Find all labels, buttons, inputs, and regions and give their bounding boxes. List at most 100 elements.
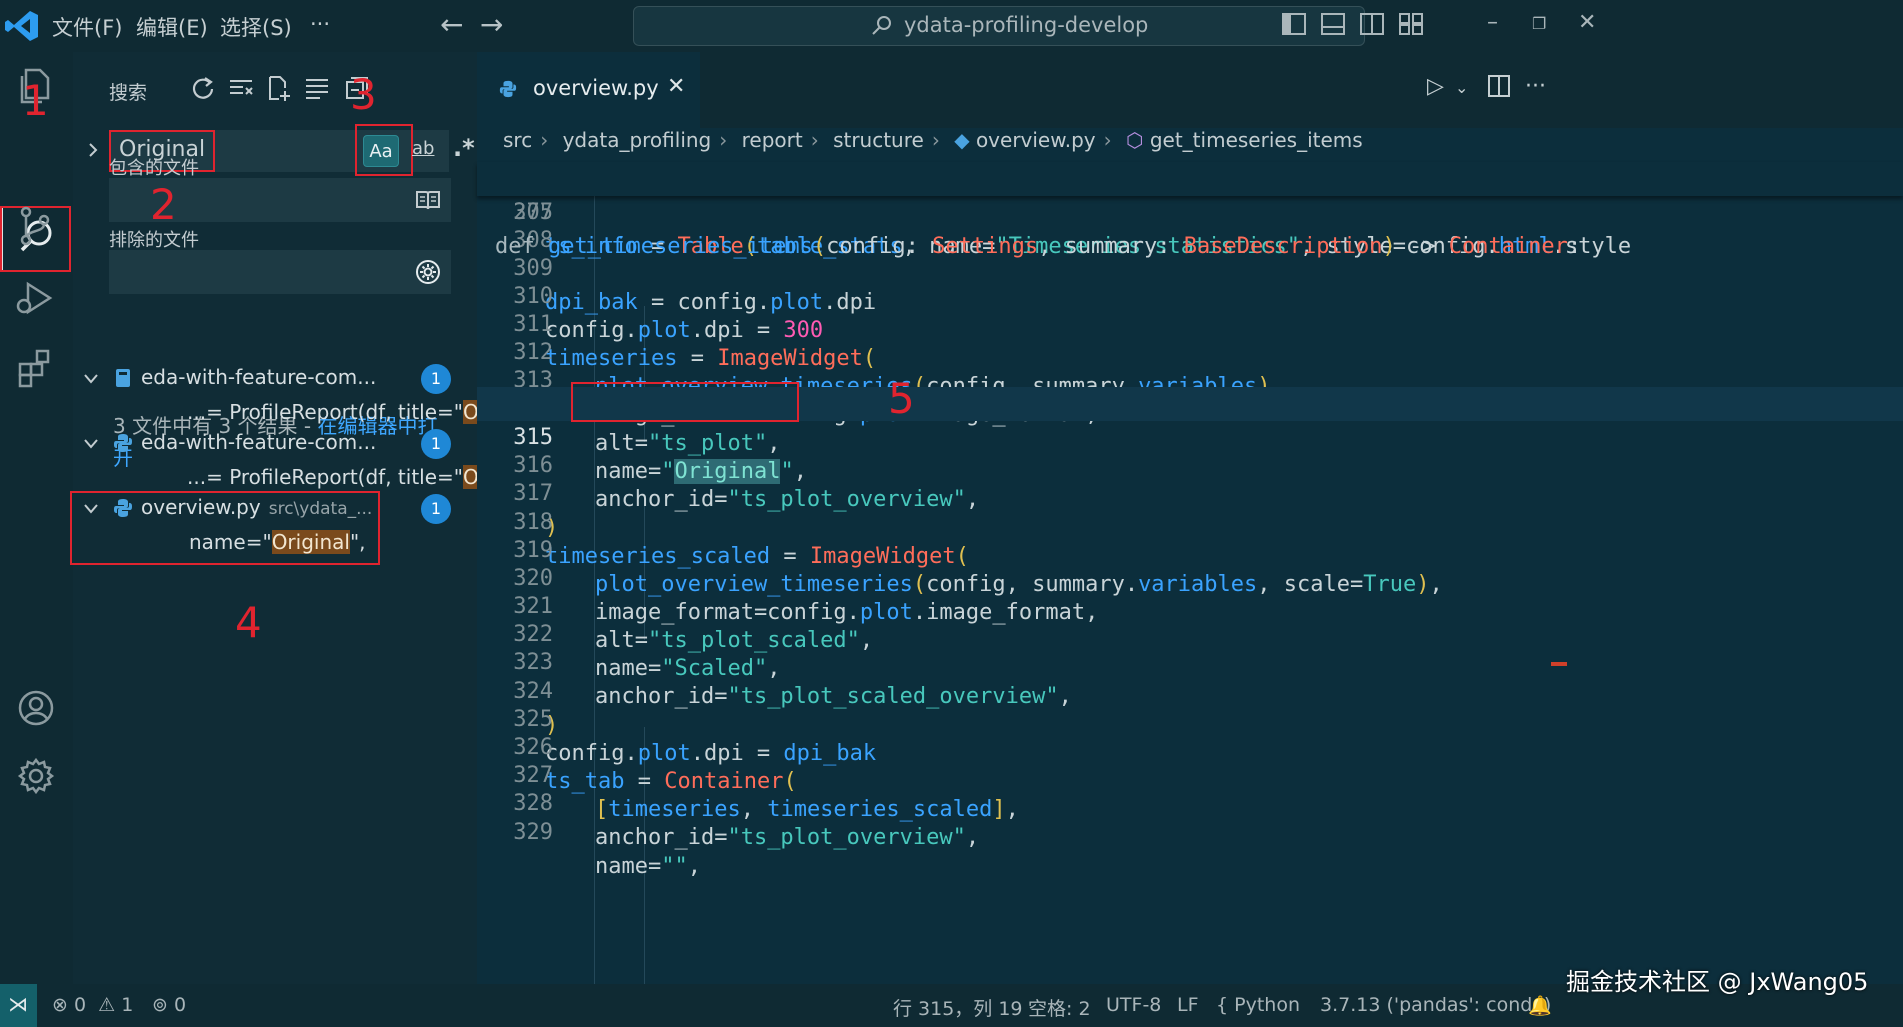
close-window-icon[interactable]: ✕ bbox=[1578, 10, 1596, 35]
back-icon[interactable]: ← bbox=[440, 8, 463, 41]
code-line: 329 name="", bbox=[477, 782, 1903, 879]
more-actions-icon[interactable]: ··· bbox=[1525, 74, 1546, 99]
tab-bar: overview.py ✕ ▷ ⌄ ··· bbox=[477, 52, 1903, 128]
annotation-number: 4 bbox=[235, 598, 262, 647]
result-file-row[interactable]: eda-with-feature-com... 1 bbox=[73, 362, 477, 396]
regex-toggle[interactable]: .* bbox=[453, 134, 475, 162]
annotation-number: 5 bbox=[888, 374, 915, 423]
forward-icon[interactable]: → bbox=[480, 8, 503, 41]
breadcrumb-item[interactable]: report bbox=[742, 128, 803, 152]
error-icon: ⊗ bbox=[52, 994, 68, 1016]
cursor-position[interactable]: 行 315，列 19 bbox=[893, 994, 1023, 1021]
symbol-method-icon: ⬡ bbox=[1126, 128, 1144, 152]
python-file-icon bbox=[114, 434, 132, 452]
whole-word-toggle[interactable]: ab bbox=[412, 138, 434, 159]
chevron-down-icon[interactable] bbox=[83, 372, 99, 386]
toggle-replace-chevron-icon[interactable] bbox=[85, 142, 101, 158]
settings-gear-icon[interactable] bbox=[10, 750, 62, 802]
result-match-line[interactable]: ...= ProfileReport(df, title="Ori... bbox=[187, 465, 512, 489]
problems-indicator[interactable]: ⊗ 0 ⚠ 1 bbox=[52, 994, 133, 1016]
result-count-badge: 1 bbox=[421, 364, 451, 394]
breadcrumb-item[interactable]: get_timeseries_items bbox=[1150, 128, 1363, 152]
tab-label: overview.py bbox=[533, 76, 659, 100]
sidebar-title: 搜索 bbox=[109, 82, 148, 104]
restore-icon[interactable]: ❐ bbox=[1532, 14, 1546, 33]
result-highlight-box bbox=[70, 491, 380, 565]
code-text: def get_timeseries_items(config: Setting… bbox=[495, 234, 1582, 259]
error-count: 0 bbox=[73, 994, 87, 1016]
accounts-icon[interactable] bbox=[10, 682, 62, 734]
menu-more[interactable]: ··· bbox=[310, 12, 330, 36]
result-count-badge: 1 bbox=[421, 494, 451, 524]
result-file-name: eda-with-feature-com... bbox=[141, 430, 377, 454]
remote-icon: ⋊ bbox=[8, 992, 28, 1016]
menu-selection[interactable]: 选择(S) bbox=[220, 12, 292, 42]
menu-file[interactable]: 文件(F) bbox=[52, 12, 122, 42]
command-center[interactable]: ydata-profiling-develop bbox=[633, 6, 1365, 46]
indentation[interactable]: 空格: 2 bbox=[1028, 994, 1091, 1021]
minimize-icon[interactable]: – bbox=[1487, 10, 1498, 35]
result-file-name: eda-with-feature-com... bbox=[141, 365, 377, 389]
encoding[interactable]: UTF-8 bbox=[1106, 994, 1161, 1016]
language-label: Python bbox=[1234, 994, 1301, 1016]
scrollbar-match-marker bbox=[1551, 662, 1567, 666]
clear-results-icon[interactable] bbox=[227, 74, 255, 102]
chevron-down-icon[interactable] bbox=[83, 437, 99, 451]
line-number: 275 bbox=[513, 200, 553, 225]
annotation-number: 3 bbox=[350, 70, 377, 119]
toggle-primary-sidebar-icon[interactable] bbox=[1281, 12, 1307, 36]
broadcast-icon: ⊚ bbox=[152, 994, 168, 1016]
breadcrumb-item[interactable]: structure bbox=[833, 128, 924, 152]
toggle-secondary-sidebar-icon[interactable] bbox=[1359, 12, 1385, 36]
activity-bar bbox=[0, 52, 73, 984]
warning-icon: ⚠ bbox=[98, 994, 116, 1016]
python-file-icon: ◆ bbox=[954, 128, 970, 152]
breadcrumb-item[interactable]: overview.py bbox=[976, 128, 1096, 152]
breadcrumb: src › ydata_profiling › report › structure ›… bbox=[503, 128, 1363, 152]
sticky-scroll[interactable]: 275 def get_timeseries_items(config: Set… bbox=[477, 162, 1903, 259]
match-prefix: ...= ProfileReport(df, title=" bbox=[187, 400, 463, 424]
remote-indicator[interactable]: ⋊ bbox=[0, 984, 37, 1027]
tab-overview-py[interactable]: overview.py ✕ bbox=[477, 52, 700, 128]
ports-indicator[interactable]: ⊚ 0 bbox=[152, 994, 186, 1016]
view-as-tree-icon[interactable] bbox=[303, 74, 331, 102]
run-debug-icon[interactable] bbox=[10, 272, 62, 324]
annotation-number: 2 bbox=[150, 180, 177, 229]
command-center-text: ydata-profiling-develop bbox=[904, 13, 1149, 37]
match-case-highlight-box bbox=[355, 124, 413, 176]
language-mode[interactable]: { Python bbox=[1216, 994, 1300, 1016]
warning-count: 1 bbox=[121, 994, 134, 1016]
ports-count: 0 bbox=[173, 994, 187, 1016]
menu-edit[interactable]: 编辑(E) bbox=[136, 12, 208, 42]
annotation-number: 1 bbox=[22, 76, 49, 125]
notifications-bell-icon[interactable]: 🔔 bbox=[1528, 994, 1552, 1017]
search-icon bbox=[872, 16, 891, 35]
exclude-files-input[interactable] bbox=[109, 250, 451, 294]
toggle-panel-icon[interactable] bbox=[1320, 12, 1346, 36]
editor-area: overview.py ✕ ▷ ⌄ ··· src › ydata_profili… bbox=[477, 52, 1903, 984]
include-files-label: 包含的文件 bbox=[109, 158, 199, 179]
new-search-editor-icon[interactable] bbox=[265, 74, 293, 102]
search-open-editors-icon[interactable] bbox=[415, 187, 441, 213]
watermark: 掘金技术社区 @ JxWang05 bbox=[1566, 968, 1869, 996]
end-of-line[interactable]: LF bbox=[1177, 994, 1199, 1016]
python-interpreter[interactable]: 3.7.13 ('pandas': conda) bbox=[1320, 994, 1551, 1016]
close-tab-icon[interactable]: ✕ bbox=[667, 74, 685, 99]
run-file-icon[interactable]: ▷ bbox=[1427, 74, 1444, 99]
python-file-icon bbox=[499, 80, 517, 98]
result-match-line[interactable]: ...= ProfileReport(df, title="Ori... bbox=[187, 400, 512, 424]
breadcrumb-item[interactable]: src bbox=[503, 128, 532, 152]
breadcrumb-item[interactable]: ydata_profiling bbox=[563, 128, 712, 152]
source-control-icon[interactable] bbox=[10, 200, 62, 252]
vscode-logo-icon bbox=[5, 11, 38, 41]
result-file-row[interactable]: eda-with-feature-com... 1 bbox=[73, 427, 477, 461]
split-editor-icon[interactable] bbox=[1487, 74, 1511, 98]
braces-icon: { bbox=[1216, 994, 1229, 1016]
code-line: 275 def get_timeseries_items(config: Set… bbox=[477, 162, 1903, 259]
use-exclude-settings-gear-icon[interactable] bbox=[415, 259, 441, 285]
match-prefix: ...= ProfileReport(df, title=" bbox=[187, 465, 463, 489]
customize-layout-icon[interactable] bbox=[1398, 12, 1424, 36]
refresh-icon[interactable] bbox=[189, 74, 217, 102]
extensions-icon[interactable] bbox=[10, 342, 62, 394]
run-options-chevron-icon[interactable]: ⌄ bbox=[1455, 78, 1468, 97]
